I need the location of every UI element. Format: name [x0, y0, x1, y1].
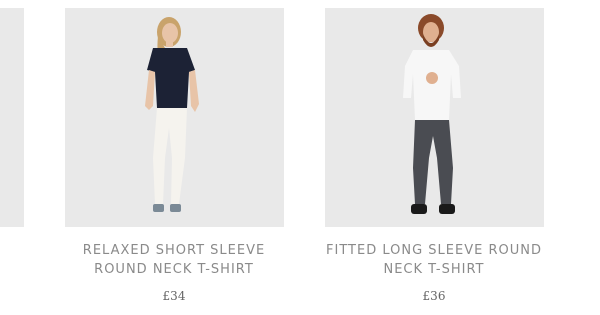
product-title[interactable]: RELAXED SHORT SLEEVE ROUND NECK T-SHIRT — [54, 241, 294, 279]
product-image-relaxed-short-sleeve[interactable] — [65, 8, 284, 227]
woman-model-illustration — [145, 17, 199, 212]
product-price: £34 — [162, 289, 186, 303]
product-title[interactable]: FITTED LONG SLEEVE ROUND NECK T-SHIRT — [314, 241, 554, 279]
product-image-fitted-long-sleeve[interactable] — [325, 8, 544, 227]
man-model-illustration — [403, 14, 461, 214]
previous-product-image[interactable] — [0, 8, 24, 227]
product-price: £36 — [422, 289, 446, 303]
